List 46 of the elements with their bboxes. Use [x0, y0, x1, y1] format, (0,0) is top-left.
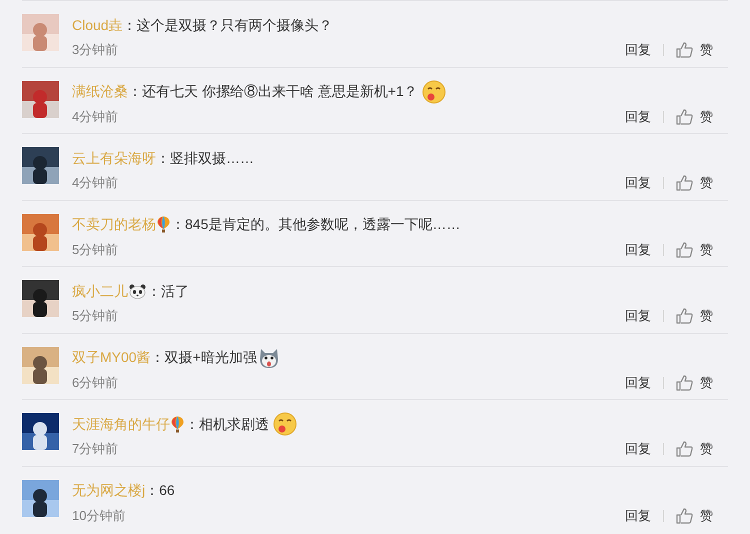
- reply-button[interactable]: 回复: [625, 173, 651, 193]
- reply-button[interactable]: 回复: [625, 439, 651, 459]
- comment-text: ：竖排双摄……: [156, 148, 254, 168]
- comment-text: ：66: [145, 481, 175, 500]
- comment-text: ：相机求剧透: [185, 414, 269, 434]
- balloon-icon: [157, 216, 170, 233]
- thumbs-up-icon: [676, 374, 693, 390]
- comment-text: ：这个是双摄？只有两个摄像头？: [122, 16, 333, 34]
- balloon-icon: [171, 416, 184, 432]
- reply-button[interactable]: 回复: [625, 240, 651, 260]
- comment-time: 4分钟前: [72, 108, 120, 126]
- like-button[interactable]: 赞: [700, 106, 713, 126]
- comment-time: 5分钟前: [72, 307, 120, 326]
- reply-button[interactable]: 回复: [625, 506, 651, 526]
- comment-time: 10分钟前: [72, 506, 126, 525]
- like-button[interactable]: 赞: [700, 173, 713, 193]
- smiley-icon: [422, 80, 446, 104]
- like-button[interactable]: 赞: [700, 306, 713, 326]
- like-button[interactable]: 赞: [700, 506, 713, 526]
- reply-button[interactable]: 回复: [625, 106, 651, 126]
- reply-button[interactable]: 回复: [625, 306, 651, 326]
- comment-time: 7分钟前: [72, 440, 120, 458]
- comment-text: ：还有七天 你摞给⑧出来干啥 意思是新机+1？: [128, 82, 418, 101]
- comment-text: ：活了: [147, 282, 189, 300]
- reply-button[interactable]: 回复: [625, 372, 651, 392]
- comment-time: 6分钟前: [72, 374, 120, 392]
- comment-time: 4分钟前: [72, 174, 120, 192]
- thumbs-up-icon: [676, 308, 693, 324]
- comment-text: ：双摄+暗光加强: [150, 348, 257, 367]
- thumbs-up-icon: [676, 42, 693, 58]
- like-button[interactable]: 赞: [700, 40, 713, 60]
- dog-icon: [258, 346, 280, 368]
- thumbs-up-icon: [676, 108, 693, 124]
- comment-text: ：845是肯定的。其他参数呢，透露一下呢……: [171, 215, 460, 234]
- thumbs-up-icon: [676, 242, 693, 258]
- panda-icon: [129, 284, 146, 298]
- thumbs-up-icon: [676, 508, 693, 524]
- like-button[interactable]: 赞: [700, 240, 713, 260]
- thumbs-up-icon: [676, 175, 693, 191]
- smiley-icon: [273, 412, 297, 436]
- comment-time: 5分钟前: [72, 240, 120, 259]
- comment-time: 3分钟前: [72, 41, 120, 60]
- thumbs-up-icon: [676, 441, 693, 457]
- like-button[interactable]: 赞: [700, 372, 713, 392]
- like-button[interactable]: 赞: [700, 439, 713, 459]
- reply-button[interactable]: 回复: [625, 40, 651, 60]
